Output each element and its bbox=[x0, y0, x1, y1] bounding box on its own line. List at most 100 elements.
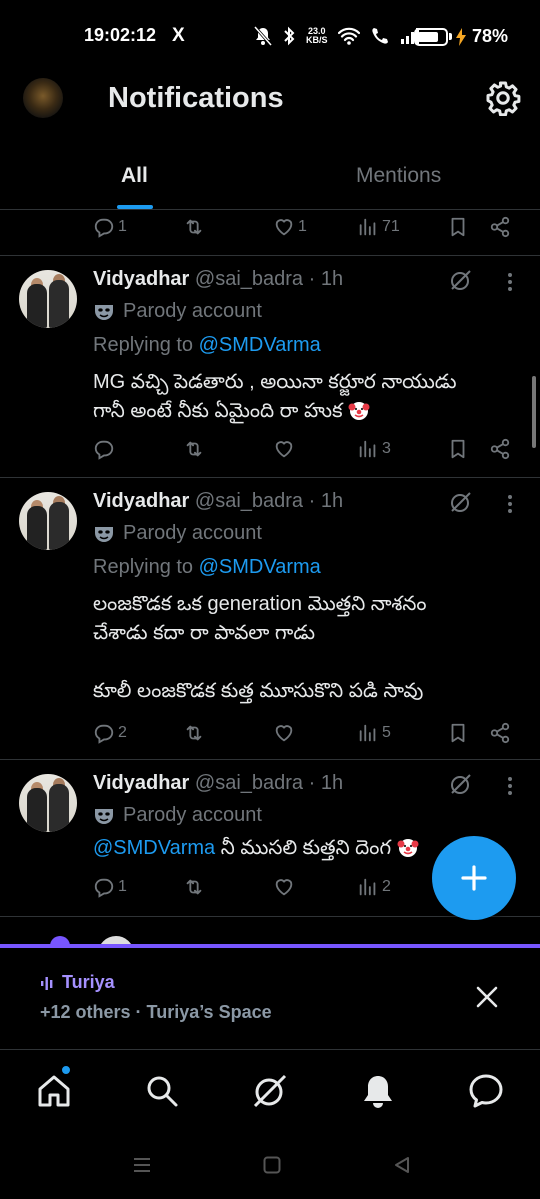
compose-button[interactable] bbox=[432, 836, 516, 920]
mention-link[interactable]: @SMDVarma bbox=[93, 837, 215, 859]
reply-button[interactable]: 1 bbox=[93, 876, 127, 898]
like-button[interactable] bbox=[273, 876, 295, 898]
profile-avatar[interactable] bbox=[23, 78, 63, 118]
search-icon[interactable] bbox=[142, 1071, 182, 1111]
avatar[interactable] bbox=[19, 774, 77, 832]
reply-button[interactable] bbox=[93, 438, 118, 460]
space-subtitle: +12 others · Turiya’s Space bbox=[40, 1002, 272, 1022]
more-options-icon[interactable] bbox=[500, 492, 520, 516]
like-button[interactable] bbox=[273, 722, 295, 744]
charging-icon bbox=[456, 27, 466, 46]
wifi-call-icon bbox=[371, 28, 388, 44]
bookmark-button[interactable] bbox=[447, 216, 469, 238]
heart-icon bbox=[275, 879, 293, 896]
share-button[interactable] bbox=[489, 216, 511, 238]
home-notification-dot bbox=[61, 1065, 71, 1075]
bottom-nav bbox=[0, 1051, 540, 1131]
share-button[interactable] bbox=[489, 438, 511, 460]
more-options-icon[interactable] bbox=[500, 270, 520, 294]
active-tab-indicator bbox=[117, 205, 153, 209]
mention-link[interactable]: @SMDVarma bbox=[199, 334, 321, 356]
avatar[interactable] bbox=[19, 492, 77, 550]
space-player[interactable]: Turiya +12 others · Turiya’s Space bbox=[0, 948, 540, 1050]
tweet-card[interactable]: Vidyadhar @sai_badra · 1h Parody account… bbox=[0, 478, 540, 759]
heart-icon bbox=[275, 219, 293, 236]
net-speed: 23.0 KB/S bbox=[306, 26, 328, 45]
reply-button[interactable]: 1 bbox=[93, 216, 127, 238]
reply-icon bbox=[94, 878, 114, 898]
views-button[interactable]: 71 bbox=[357, 216, 400, 238]
tab-mentions[interactable]: Mentions bbox=[356, 164, 441, 188]
repost-button[interactable] bbox=[183, 876, 205, 898]
grok-icon[interactable] bbox=[449, 772, 473, 796]
tweet-card[interactable]: Vidyadhar @sai_badra · 1h Parody account… bbox=[0, 256, 540, 477]
views-icon bbox=[359, 440, 376, 458]
reply-icon bbox=[94, 218, 114, 238]
parody-label: Parody account bbox=[93, 804, 262, 827]
views-icon bbox=[359, 724, 376, 742]
repost-button[interactable] bbox=[183, 216, 205, 238]
reply-button[interactable]: 2 bbox=[93, 722, 127, 744]
battery-icon bbox=[414, 27, 448, 46]
views-button[interactable]: 5 bbox=[357, 722, 391, 744]
parody-label: Parody account bbox=[93, 300, 262, 323]
close-icon[interactable] bbox=[474, 984, 500, 1010]
grok-icon[interactable] bbox=[250, 1071, 290, 1111]
notifications-icon[interactable] bbox=[358, 1071, 398, 1111]
gear-icon[interactable] bbox=[485, 80, 521, 116]
heart-icon bbox=[275, 725, 293, 742]
space-peek bbox=[0, 918, 540, 946]
back-icon[interactable] bbox=[392, 1155, 412, 1175]
bookmark-button[interactable] bbox=[447, 722, 469, 744]
tweet-author[interactable]: Vidyadhar @sai_badra · 1h bbox=[93, 268, 343, 291]
tab-all[interactable]: All bbox=[121, 164, 148, 188]
share-button[interactable] bbox=[489, 722, 511, 744]
grok-icon[interactable] bbox=[449, 490, 473, 514]
views-icon bbox=[359, 878, 376, 896]
messages-icon[interactable] bbox=[466, 1071, 506, 1111]
share-icon bbox=[490, 216, 510, 238]
bookmark-icon bbox=[451, 439, 465, 459]
tweet-author[interactable]: Vidyadhar @sai_badra · 1h bbox=[93, 772, 343, 795]
grok-icon[interactable] bbox=[449, 268, 473, 292]
views-button[interactable]: 3 bbox=[357, 438, 391, 460]
mask-icon bbox=[95, 526, 113, 542]
battery-percent: 78% bbox=[472, 26, 509, 46]
clown-emoji-icon bbox=[397, 839, 419, 857]
audio-wave-icon bbox=[41, 976, 53, 990]
notification-tabs: All Mentions bbox=[0, 150, 540, 210]
tweet-author[interactable]: Vidyadhar @sai_badra · 1h bbox=[93, 490, 343, 513]
repost-icon bbox=[186, 441, 202, 457]
tweet-actions: 1 1 71 bbox=[93, 216, 523, 242]
bookmark-icon bbox=[451, 723, 465, 743]
repost-icon bbox=[186, 219, 202, 235]
reply-context: Replying to @SMDVarma bbox=[93, 556, 321, 578]
avatar[interactable] bbox=[19, 270, 77, 328]
battery: 78% bbox=[414, 26, 508, 47]
mask-icon bbox=[95, 304, 113, 320]
like-button[interactable] bbox=[273, 438, 295, 460]
repost-icon bbox=[186, 879, 202, 895]
reply-context: Replying to @SMDVarma bbox=[93, 334, 321, 356]
repost-button[interactable] bbox=[183, 438, 205, 460]
mask-icon bbox=[95, 808, 113, 824]
wifi-icon bbox=[337, 27, 360, 45]
tweet-actions: 3 bbox=[93, 438, 523, 464]
repost-button[interactable] bbox=[183, 722, 205, 744]
like-button[interactable]: 1 bbox=[273, 216, 307, 238]
bookmark-button[interactable] bbox=[447, 438, 469, 460]
share-icon bbox=[490, 438, 510, 460]
system-nav-bar bbox=[0, 1131, 540, 1199]
heart-icon bbox=[275, 441, 293, 458]
home-icon[interactable] bbox=[34, 1071, 74, 1111]
more-options-icon[interactable] bbox=[500, 774, 520, 798]
mention-link[interactable]: @SMDVarma bbox=[199, 556, 321, 578]
scrollbar[interactable] bbox=[532, 376, 536, 448]
page-title: Notifications bbox=[108, 82, 284, 114]
views-button[interactable]: 2 bbox=[357, 876, 391, 898]
home-nav-icon[interactable] bbox=[262, 1155, 282, 1175]
recent-apps-icon[interactable] bbox=[132, 1155, 152, 1175]
top-app-bar: Notifications bbox=[0, 72, 540, 128]
bluetooth-icon bbox=[284, 26, 295, 46]
plus-icon bbox=[461, 865, 487, 891]
